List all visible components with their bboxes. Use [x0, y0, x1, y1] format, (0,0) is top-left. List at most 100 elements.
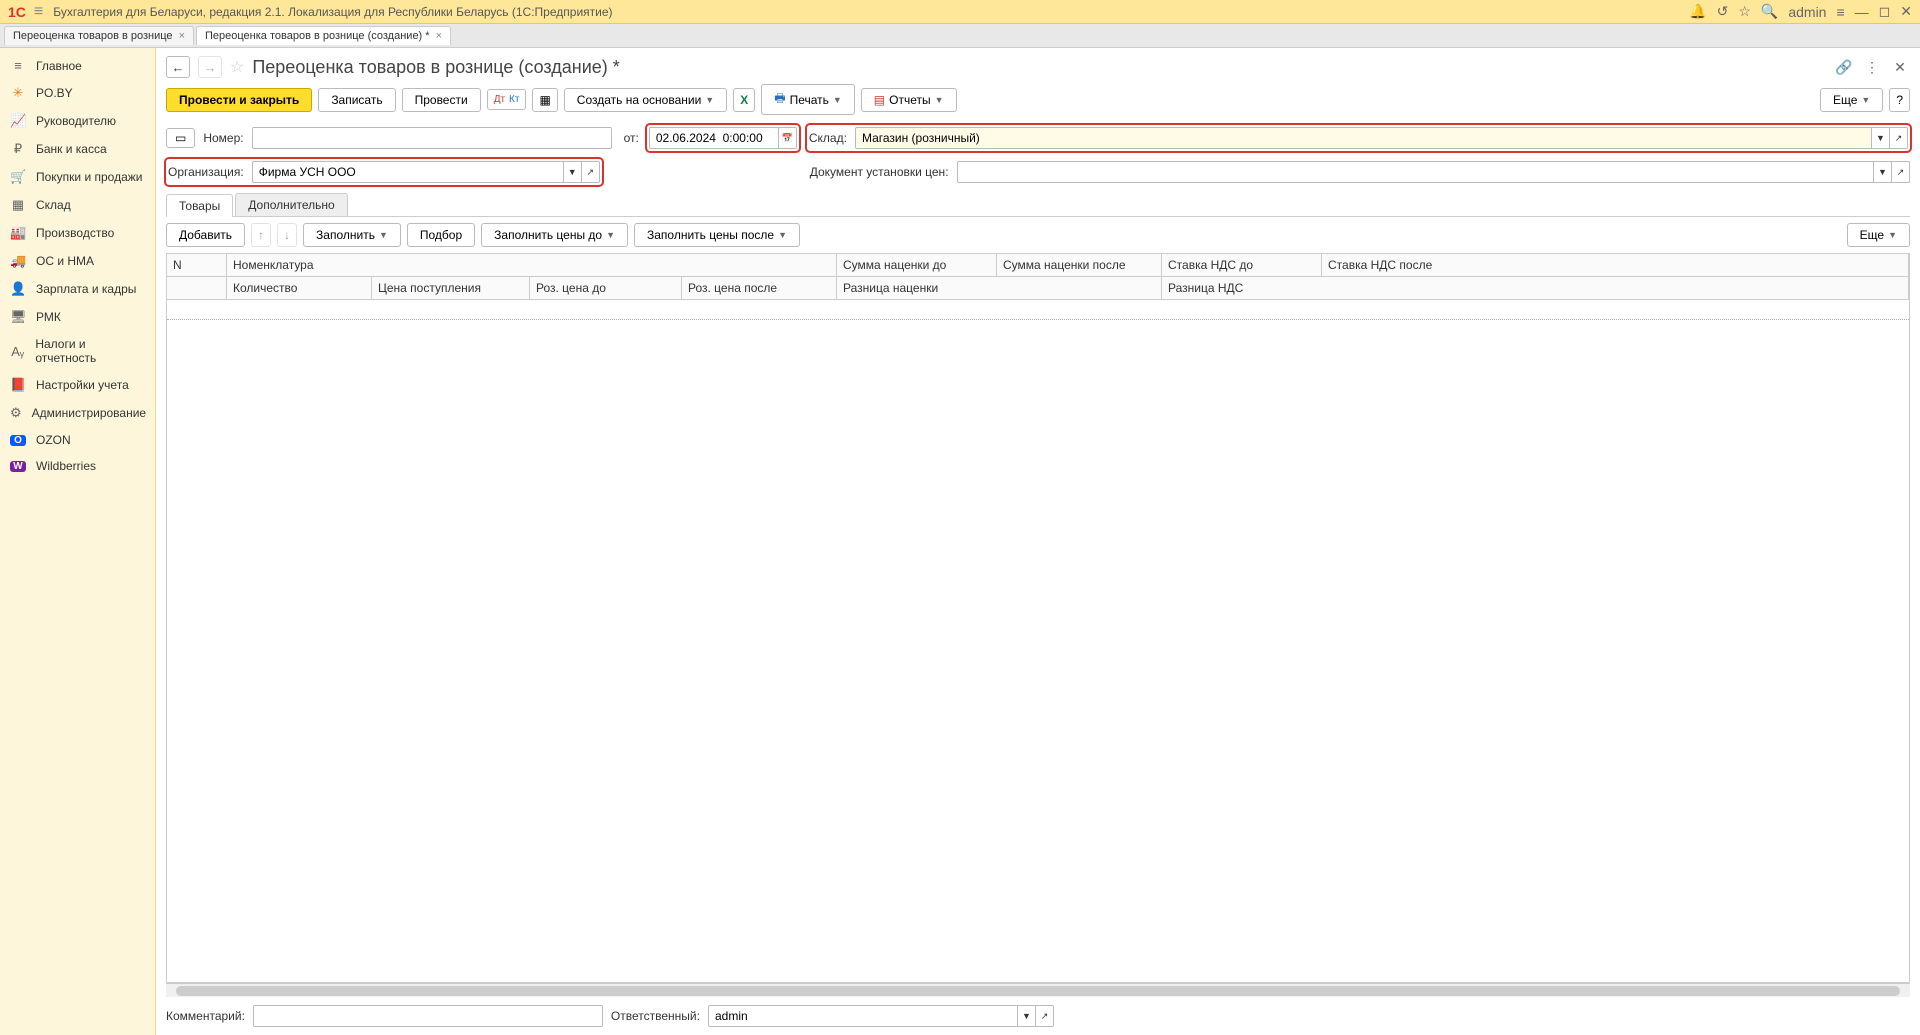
- dropdown-icon[interactable]: ▼: [1018, 1005, 1036, 1027]
- th-vat-rate-before[interactable]: Ставка НДС до: [1162, 254, 1322, 276]
- table-body[interactable]: [167, 300, 1909, 720]
- bell-icon[interactable]: 🔔: [1689, 3, 1706, 20]
- app-title: Бухгалтерия для Беларуси, редакция 2.1. …: [53, 5, 1689, 19]
- settings-icon[interactable]: ≡: [1836, 4, 1844, 20]
- sidebar-item-assets[interactable]: 🚚ОС и НМА: [0, 247, 155, 275]
- fill-after-button[interactable]: Заполнить цены после ▼: [634, 223, 800, 247]
- reports-button[interactable]: ▤ Отчеты ▼: [861, 88, 957, 112]
- th-n[interactable]: N: [167, 254, 227, 276]
- sidebar-item-ozon[interactable]: OOZON: [0, 427, 155, 453]
- dt-kt-button[interactable]: ДтКт: [487, 89, 527, 110]
- sidebar-item-bank[interactable]: ₽Банк и касса: [0, 135, 155, 163]
- move-up-button[interactable]: ↑: [251, 223, 271, 247]
- scrollbar-thumb[interactable]: [176, 986, 1900, 996]
- excel-button[interactable]: X: [733, 88, 755, 112]
- add-button[interactable]: Добавить: [166, 223, 245, 247]
- link-icon[interactable]: 🔗: [1834, 57, 1854, 77]
- kebab-icon[interactable]: ⋮: [1862, 57, 1882, 77]
- maximize-icon[interactable]: ◻: [1879, 3, 1891, 20]
- open-icon[interactable]: ↗: [1890, 127, 1908, 149]
- dropdown-icon[interactable]: ▼: [1872, 127, 1890, 149]
- org-input[interactable]: [252, 161, 564, 183]
- th-markup-diff[interactable]: Разница наценки: [837, 277, 1162, 299]
- sidebar-item-wb[interactable]: WWildberries: [0, 453, 155, 479]
- sidebar-item-poby[interactable]: ✳PO.BY: [0, 79, 155, 107]
- sidebar-item-label: Администрирование: [32, 406, 146, 420]
- tab-goods[interactable]: Товары: [166, 194, 233, 217]
- sidebar-item-rmk[interactable]: 🖥РМК: [0, 303, 155, 331]
- horizontal-scrollbar[interactable]: [166, 983, 1910, 997]
- content: ← → ☆ Переоценка товаров в рознице (созд…: [156, 48, 1920, 1035]
- th-markup-before[interactable]: Сумма наценки до: [837, 254, 997, 276]
- close-page-icon[interactable]: ✕: [1890, 57, 1910, 77]
- th-retail-before[interactable]: Роз. цена до: [530, 277, 682, 299]
- sidebar-item-settings[interactable]: 📕Настройки учета: [0, 371, 155, 399]
- pricedoc-label: Документ установки цен:: [810, 165, 949, 179]
- close-icon[interactable]: ×: [436, 30, 442, 42]
- nav-back-button[interactable]: ←: [166, 56, 190, 78]
- search-icon[interactable]: 🔍: [1761, 3, 1778, 20]
- user-label[interactable]: admin: [1788, 4, 1826, 20]
- sidebar-item-sales[interactable]: 🛒Покупки и продажи: [0, 163, 155, 191]
- tab-revaluation-list[interactable]: Переоценка товаров в рознице ×: [4, 26, 194, 45]
- responsible-input[interactable]: [708, 1005, 1018, 1027]
- move-down-button[interactable]: ↓: [277, 223, 297, 247]
- dropdown-icon[interactable]: ▼: [1874, 161, 1892, 183]
- table-more-button[interactable]: Еще ▼: [1847, 223, 1910, 247]
- mode-button[interactable]: ▭: [166, 128, 195, 148]
- pricedoc-input[interactable]: [957, 161, 1874, 183]
- close-window-icon[interactable]: ✕: [1900, 3, 1912, 20]
- sidebar-item-taxes[interactable]: AᵧНалоги и отчетность: [0, 331, 155, 371]
- date-label: от:: [624, 131, 639, 145]
- sidebar-item-warehouse[interactable]: ▦Склад: [0, 191, 155, 219]
- sidebar-item-main[interactable]: ≡Главное: [0, 52, 155, 79]
- sidebar-item-hr[interactable]: 👤Зарплата и кадры: [0, 275, 155, 303]
- th-qty[interactable]: Количество: [227, 277, 372, 299]
- write-button[interactable]: Записать: [318, 88, 395, 112]
- tab-additional[interactable]: Дополнительно: [235, 193, 347, 216]
- date-input[interactable]: [649, 127, 779, 149]
- th-vat-diff[interactable]: Разница НДС: [1162, 277, 1909, 299]
- comment-input[interactable]: [253, 1005, 603, 1027]
- open-icon[interactable]: ↗: [1036, 1005, 1054, 1027]
- open-icon[interactable]: ↗: [582, 161, 600, 183]
- tab-label: Переоценка товаров в рознице (создание) …: [205, 30, 430, 42]
- hamburger-icon[interactable]: ≡: [34, 3, 43, 21]
- open-icon[interactable]: ↗: [1892, 161, 1910, 183]
- calendar-icon[interactable]: 📅: [779, 127, 797, 149]
- fill-before-button[interactable]: Заполнить цены до ▼: [481, 223, 628, 247]
- structure-button[interactable]: ▦: [532, 88, 557, 112]
- sidebar-item-admin[interactable]: ⚙ Администрирование: [0, 399, 155, 427]
- fill-button[interactable]: Заполнить ▼: [303, 223, 401, 247]
- goods-table[interactable]: N Номенклатура Сумма наценки до Сумма на…: [166, 253, 1910, 983]
- dropdown-icon[interactable]: ▼: [564, 161, 582, 183]
- pickup-button[interactable]: Подбор: [407, 223, 475, 247]
- close-icon[interactable]: ×: [179, 30, 185, 42]
- post-close-button[interactable]: Провести и закрыть: [166, 88, 312, 112]
- star-icon[interactable]: ☆: [1738, 3, 1751, 20]
- warehouse-input[interactable]: [855, 127, 1872, 149]
- sidebar-item-label: РМК: [36, 310, 61, 324]
- more-button[interactable]: Еще ▼: [1820, 88, 1883, 112]
- tab-revaluation-create[interactable]: Переоценка товаров в рознице (создание) …: [196, 26, 451, 45]
- th-price-in[interactable]: Цена поступления: [372, 277, 530, 299]
- th-nomenclature[interactable]: Номенклатура: [227, 254, 837, 276]
- th-markup-after[interactable]: Сумма наценки после: [997, 254, 1162, 276]
- nav-forward-button[interactable]: →: [198, 56, 222, 78]
- favorite-star-icon[interactable]: ☆: [230, 57, 244, 77]
- th-empty: [167, 277, 227, 299]
- help-button[interactable]: ?: [1889, 88, 1910, 112]
- gear-icon: ⚙: [10, 405, 22, 421]
- print-button[interactable]: 🖶 Печать ▼: [761, 84, 855, 115]
- number-input[interactable]: [252, 127, 612, 149]
- empty-row-marker: [167, 300, 1909, 320]
- minimize-icon[interactable]: —: [1855, 4, 1869, 20]
- sidebar-item-manager[interactable]: 📈Руководителю: [0, 107, 155, 135]
- sidebar-item-production[interactable]: 🏭Производство: [0, 219, 155, 247]
- history-icon[interactable]: ↺: [1717, 3, 1729, 20]
- post-button[interactable]: Провести: [402, 88, 481, 112]
- more-label: Еще: [1860, 228, 1884, 242]
- th-vat-rate-after[interactable]: Ставка НДС после: [1322, 254, 1909, 276]
- create-based-button[interactable]: Создать на основании ▼: [564, 88, 727, 112]
- th-retail-after[interactable]: Роз. цена после: [682, 277, 837, 299]
